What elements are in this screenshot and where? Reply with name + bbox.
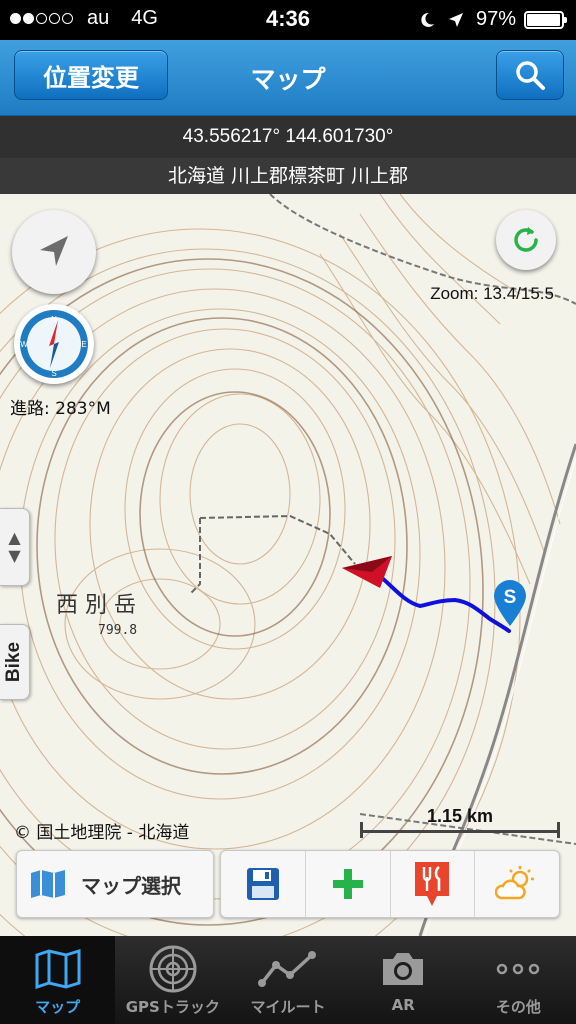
restaurant-icon: [415, 862, 450, 906]
tab-ar[interactable]: AR: [346, 936, 461, 1024]
up-arrow-icon: ▲: [8, 528, 21, 547]
address-bar: 北海道 川上郡標茶町 川上郡: [0, 158, 576, 194]
svg-text:N: N: [51, 315, 57, 324]
more-icon: [495, 944, 541, 994]
battery-icon: [524, 10, 567, 29]
bike-tab-label: Bike: [3, 641, 25, 683]
restaurant-button[interactable]: [391, 851, 476, 917]
refresh-button[interactable]: [496, 210, 556, 270]
add-icon: [332, 869, 363, 899]
zoom-level-label: Zoom: 13.4/15.5: [430, 284, 554, 303]
svg-text:S: S: [51, 369, 56, 378]
tab-label: GPSトラック: [125, 998, 220, 1016]
start-marker-label: S: [504, 587, 517, 608]
map-tool-group: [220, 850, 560, 918]
coordinates-bar: 43.556217° 144.601730°: [0, 116, 576, 158]
location-arrow-icon: [448, 12, 463, 27]
compass-icon: N S W E: [20, 310, 88, 378]
bike-mode-tab[interactable]: Bike: [0, 624, 30, 700]
tab-more[interactable]: その他: [461, 936, 576, 1024]
camera-icon: [380, 944, 426, 994]
map-view[interactable]: 西 別 岳 799.8 N S W E Zoom: 13.4/15.5 進路: …: [0, 194, 576, 936]
tab-label: その他: [495, 998, 541, 1016]
start-point-marker[interactable]: S: [491, 578, 529, 628]
tab-label: AR: [391, 996, 415, 1014]
map-select-button[interactable]: マップ選択: [16, 850, 214, 918]
map-icon: [31, 870, 65, 898]
tab-my-route[interactable]: マイルート: [230, 936, 345, 1024]
scale-tick: [360, 822, 363, 838]
heading-label: 進路: 283°M: [10, 399, 111, 419]
weather-icon: [495, 866, 535, 900]
elevation-label: 799.8: [98, 623, 137, 638]
weather-button[interactable]: [475, 851, 559, 917]
map-select-label: マップ選択: [81, 873, 181, 898]
battery-fill: [527, 13, 560, 26]
refresh-icon: [514, 227, 538, 252]
current-location-button[interactable]: [12, 210, 96, 294]
tab-bar: マップ GPSトラック マイルート AR その他: [0, 936, 576, 1024]
scale-tick: [557, 822, 560, 838]
scale-line: [362, 830, 558, 833]
side-scroll-tab[interactable]: ▲ ▼: [0, 508, 30, 586]
battery-percent: 97%: [475, 8, 516, 30]
save-button[interactable]: [221, 851, 306, 917]
status-right: 97%: [418, 8, 567, 31]
save-icon: [246, 868, 279, 900]
nav-bar: 位置変更 マップ: [0, 40, 576, 116]
add-button[interactable]: [306, 851, 391, 917]
search-icon: [516, 61, 545, 90]
svg-text:E: E: [81, 340, 86, 349]
tab-label: マイルート: [250, 998, 326, 1016]
status-bar: au 4G 4:36 97%: [0, 0, 576, 40]
moon-icon: [421, 12, 434, 27]
map-attribution: © 国土地理院 - 北海道: [14, 823, 190, 843]
mountain-name-label: 西 別 岳: [56, 593, 136, 618]
tab-map[interactable]: マップ: [0, 936, 116, 1024]
compass-button[interactable]: N S W E: [14, 304, 94, 384]
tab-label: マップ: [35, 998, 81, 1016]
scale-label: 1.15 km: [426, 806, 494, 826]
radar-icon: [149, 944, 197, 994]
tab-gps-track[interactable]: GPSトラック: [115, 936, 230, 1024]
change-location-button[interactable]: 位置変更: [14, 50, 168, 100]
search-button[interactable]: [496, 50, 564, 100]
navigation-arrow-icon: [40, 236, 68, 266]
down-arrow-icon: ▼: [8, 546, 21, 565]
svg-text:W: W: [20, 340, 28, 349]
scale-bar: 1.15 km: [360, 804, 560, 840]
map-icon: [35, 944, 81, 994]
route-icon: [258, 944, 318, 994]
